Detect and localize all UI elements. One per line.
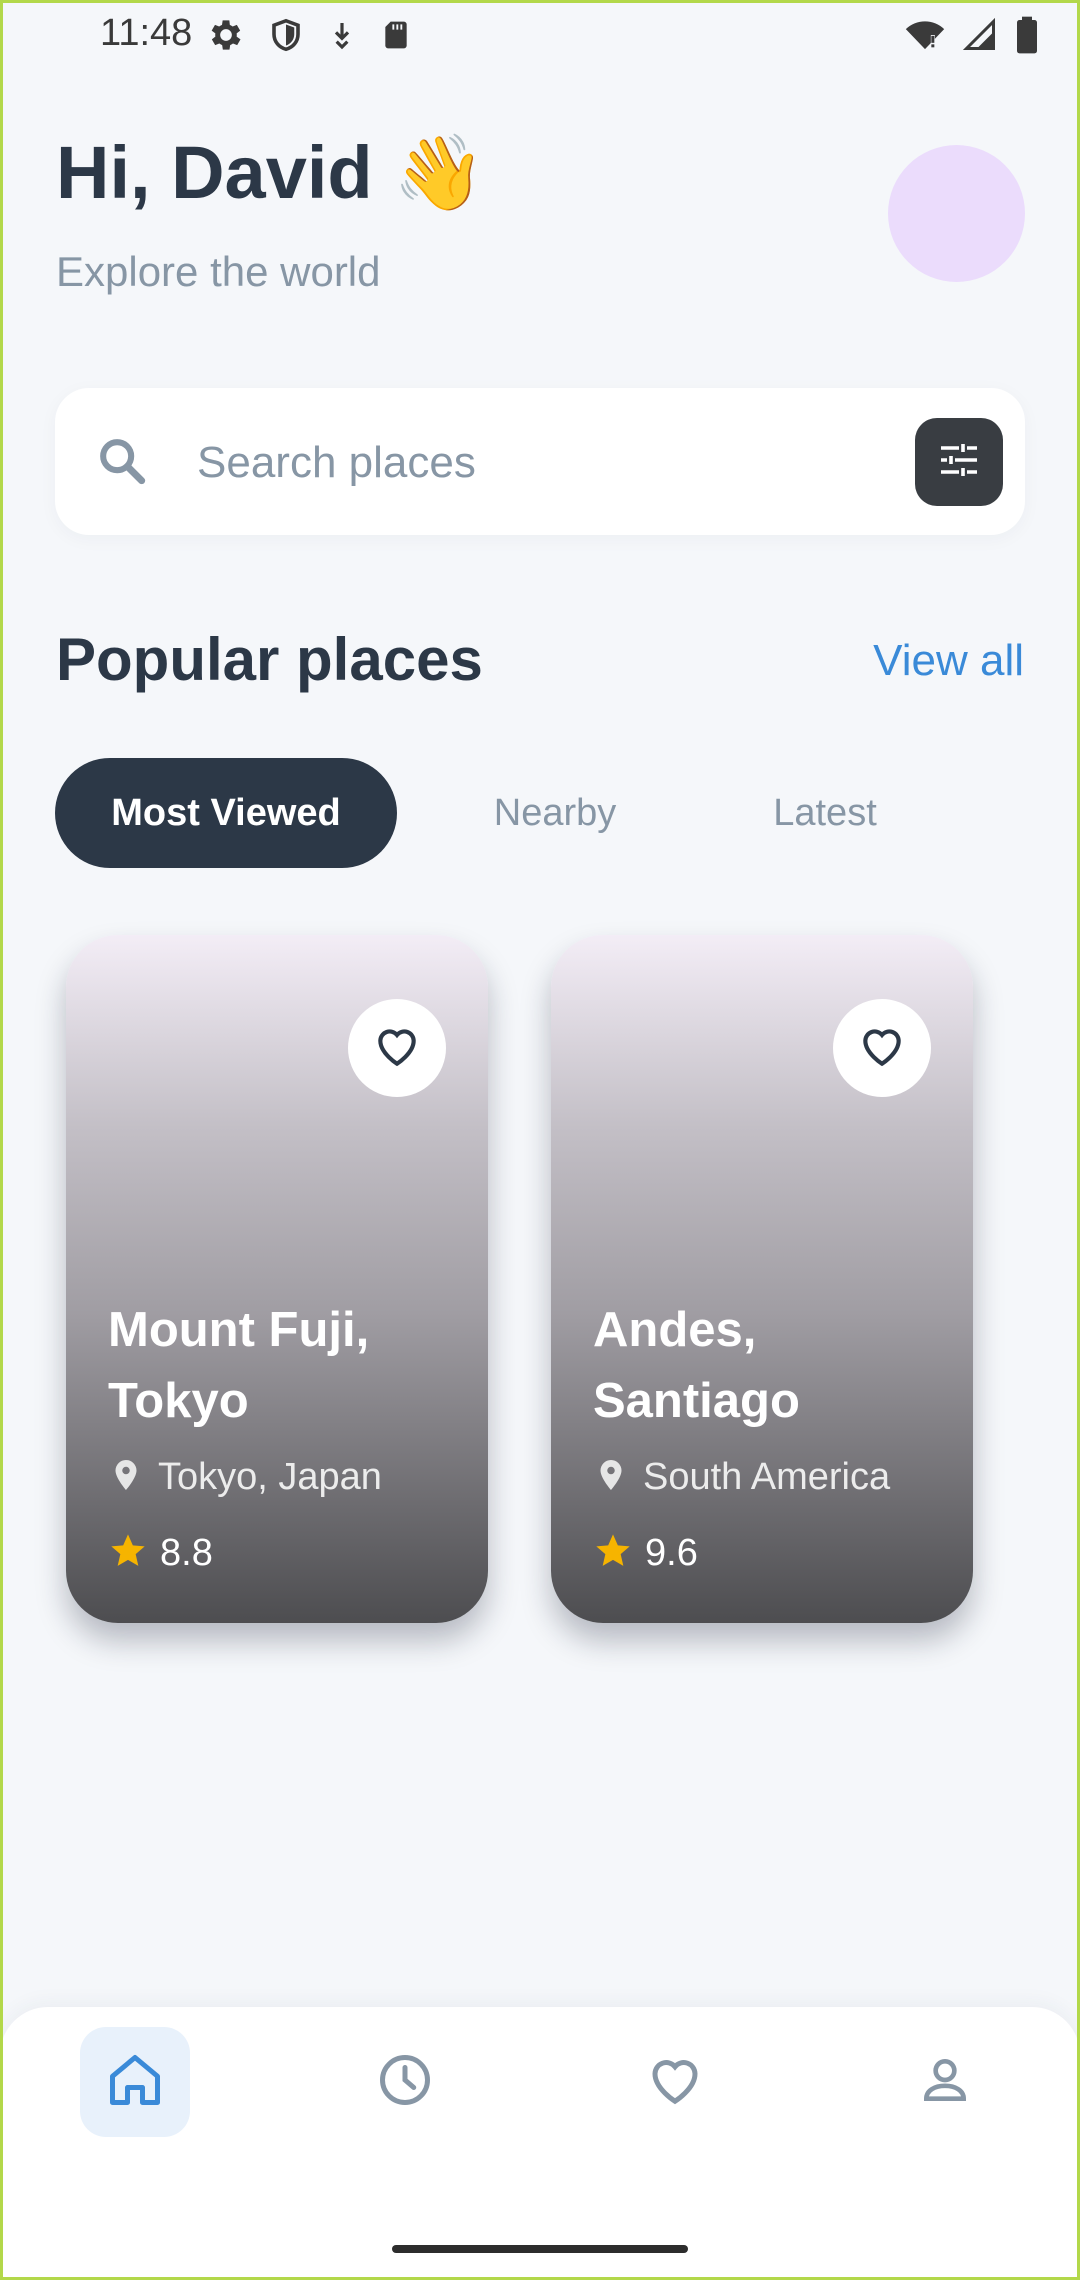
place-location-text: South America bbox=[643, 1456, 891, 1498]
place-title: Mount Fuji, Tokyo bbox=[108, 1303, 370, 1428]
place-rating-value: 9.6 bbox=[645, 1532, 698, 1574]
view-all-link[interactable]: View all bbox=[873, 636, 1024, 686]
star-icon bbox=[108, 1531, 148, 1576]
wifi-icon bbox=[904, 15, 946, 55]
place-rating-value: 8.8 bbox=[160, 1532, 213, 1574]
shield-icon bbox=[268, 15, 304, 55]
place-rating: 8.8 bbox=[108, 1531, 213, 1576]
status-bar: 11:48 bbox=[0, 0, 1080, 70]
download-icon bbox=[326, 15, 358, 55]
location-pin-icon bbox=[108, 1455, 144, 1500]
heart-outline-icon bbox=[857, 1021, 907, 1076]
location-pin-icon bbox=[593, 1455, 629, 1500]
place-card[interactable]: Mount Fuji, Tokyo Tokyo, Japan 8.8 bbox=[66, 935, 488, 1623]
tab-nearby[interactable]: Nearby bbox=[470, 758, 640, 868]
favorite-button[interactable] bbox=[348, 999, 446, 1097]
sliders-icon bbox=[935, 436, 983, 489]
tab-most-viewed[interactable]: Most Viewed bbox=[55, 758, 397, 868]
profile-icon bbox=[917, 2052, 973, 2113]
nav-history[interactable] bbox=[350, 2027, 460, 2137]
gesture-bar[interactable] bbox=[392, 2245, 688, 2253]
place-title: Andes, Santiago bbox=[593, 1303, 800, 1428]
status-left-icons bbox=[206, 15, 412, 55]
gear-icon bbox=[206, 15, 246, 55]
search-bar bbox=[55, 388, 1025, 535]
nav-profile[interactable] bbox=[890, 2027, 1000, 2137]
nav-home[interactable] bbox=[80, 2027, 190, 2137]
place-location-text: Tokyo, Japan bbox=[158, 1456, 382, 1498]
status-right-icons bbox=[904, 15, 1040, 55]
place-card[interactable]: Andes, Santiago South America 9.6 bbox=[551, 935, 973, 1623]
avatar[interactable] bbox=[888, 145, 1025, 282]
sd-card-icon bbox=[380, 15, 412, 55]
bottom-nav bbox=[0, 2007, 1080, 2280]
battery-icon bbox=[1014, 15, 1040, 55]
favorite-button[interactable] bbox=[833, 999, 931, 1097]
greeting-subtitle: Explore the world bbox=[56, 248, 381, 295]
greeting-title: Hi, David 👋 bbox=[56, 131, 486, 214]
clock-icon bbox=[375, 2050, 435, 2115]
heart-icon bbox=[645, 2050, 705, 2115]
status-time: 11:48 bbox=[100, 12, 193, 54]
search-icon bbox=[95, 434, 151, 495]
search-input[interactable] bbox=[195, 424, 799, 501]
star-icon bbox=[593, 1531, 633, 1576]
section-title: Popular places bbox=[56, 626, 483, 693]
place-location: Tokyo, Japan bbox=[108, 1455, 382, 1500]
place-rating: 9.6 bbox=[593, 1531, 698, 1576]
signal-icon bbox=[962, 15, 998, 55]
nav-favorites[interactable] bbox=[620, 2027, 730, 2137]
filter-button[interactable] bbox=[915, 418, 1003, 506]
place-location: South America bbox=[593, 1455, 890, 1500]
tab-latest[interactable]: Latest bbox=[740, 758, 910, 868]
heart-outline-icon bbox=[372, 1021, 422, 1076]
home-icon bbox=[105, 2050, 165, 2115]
